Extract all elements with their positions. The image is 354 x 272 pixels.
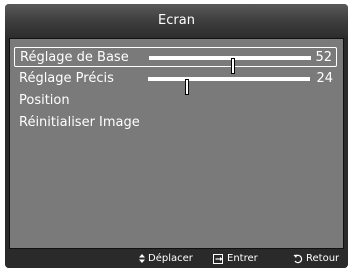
hint-enter: Entrer xyxy=(213,249,258,268)
menu-item-label: Réglage de Base xyxy=(20,50,129,65)
slider-value: 24 xyxy=(316,71,333,86)
osd-menu: Ecran Réglage de Base 52 Réglage Précis … xyxy=(5,4,348,268)
menu-item-label: Réinitialiser Image xyxy=(19,115,140,130)
slider-value: 52 xyxy=(315,50,332,65)
menu-item-label: Réglage Précis xyxy=(19,71,114,86)
slider-reglage-precis[interactable] xyxy=(148,77,310,95)
menu-item-reglage-precis[interactable]: Réglage Précis 24 xyxy=(14,69,337,95)
menu-item-position[interactable]: Position xyxy=(14,91,337,111)
menu-item-reinitialiser-image[interactable]: Réinitialiser Image xyxy=(14,113,337,133)
footer-hints: Déplacer Entrer Retour xyxy=(5,249,348,268)
hint-return-label: Retour xyxy=(306,253,340,264)
hint-move-label: Déplacer xyxy=(148,253,193,264)
hint-move: Déplacer xyxy=(139,249,193,268)
hint-return: Retour xyxy=(293,249,339,268)
up-down-arrows-icon xyxy=(139,254,145,263)
enter-icon xyxy=(213,253,224,264)
hint-enter-label: Entrer xyxy=(227,253,258,264)
menu-item-reglage-de-base[interactable]: Réglage de Base 52 xyxy=(14,47,337,74)
menu-list: Réglage de Base 52 Réglage Précis 24 Pos… xyxy=(9,38,344,249)
slider-reglage-de-base[interactable] xyxy=(149,56,311,74)
menu-title: Ecran xyxy=(5,4,348,38)
menu-item-label: Position xyxy=(19,93,70,108)
return-icon xyxy=(293,254,303,264)
